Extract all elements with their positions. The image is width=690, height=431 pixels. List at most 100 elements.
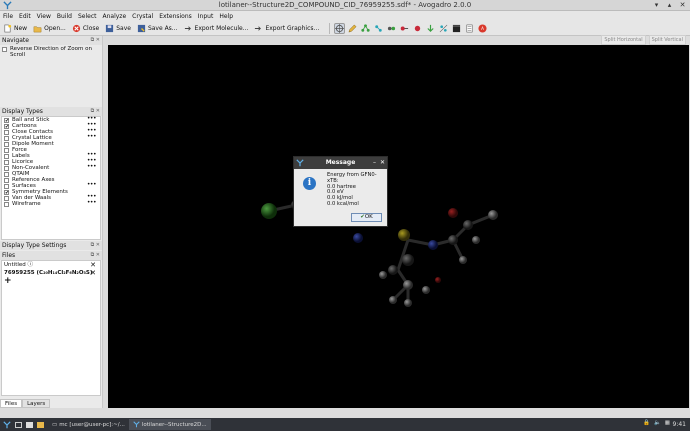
avogadro-task-icon [133, 421, 140, 428]
menu-edit[interactable]: Edit [19, 13, 31, 20]
checkbox[interactable] [4, 165, 9, 171]
dialog-minimize-button[interactable]: – [373, 159, 376, 166]
template-tool[interactable] [360, 23, 371, 34]
clock[interactable]: 9:41 [673, 421, 686, 428]
molecule-rendering [261, 200, 498, 307]
download-tool[interactable] [425, 23, 436, 34]
add-file-button[interactable]: + [2, 277, 100, 286]
checkbox[interactable] [4, 171, 9, 177]
molecule-viewport[interactable] [108, 45, 689, 408]
open-button[interactable]: Open... [33, 24, 66, 33]
task-terminal[interactable]: ▭ mc [user@user-pc]:~/... [48, 419, 129, 430]
close-file-icon[interactable]: ✕ [90, 261, 96, 269]
new-label: New [14, 24, 28, 32]
lock-icon[interactable]: 🔒 [643, 420, 650, 426]
auto-optimize-tool[interactable]: A [477, 23, 488, 34]
dialog-title: Message [325, 159, 356, 166]
symmetry-tool[interactable] [464, 23, 475, 34]
dock-buttons[interactable]: ⧉ ✕ [91, 36, 100, 45]
auto-optimize-icon: A [478, 23, 487, 33]
tab-layers[interactable]: Layers [22, 399, 51, 408]
ok-button[interactable]: ✔OK [351, 213, 382, 222]
checked-checkbox[interactable]: ✔ [4, 117, 9, 123]
files-dock-header: Files ⧉ ✕ [0, 251, 102, 260]
checkbox[interactable] [4, 201, 9, 207]
checked-checkbox[interactable]: ✔ [4, 123, 9, 129]
display-type-item[interactable]: Wireframe ••• [2, 200, 100, 207]
menu-input[interactable]: Input [198, 13, 214, 20]
download-arrow-icon [427, 24, 434, 32]
menu-select[interactable]: Select [78, 13, 97, 20]
save-button[interactable]: Save [105, 24, 131, 33]
edit-tool[interactable] [347, 23, 358, 34]
menu-view[interactable]: View [37, 13, 51, 20]
checkbox[interactable] [4, 153, 9, 159]
dialog-close-button[interactable]: ✕ [380, 159, 385, 166]
close-button[interactable]: Close [72, 24, 99, 33]
files-list: Untitled ⓘ ✕ 76959255 (C₂₀H₁₄Cl₂F₆N₂O₃S)… [1, 260, 101, 396]
checkbox[interactable] [4, 129, 9, 135]
dock-buttons[interactable]: ⧉ ✕ [91, 251, 100, 260]
clapperboard-icon [453, 24, 461, 32]
volume-icon[interactable]: 🔈 [654, 420, 661, 426]
molecule-green-icon [361, 23, 370, 32]
align-icon [439, 24, 448, 32]
dock-tabs: Files Layers [0, 399, 103, 408]
settings-dots-icon[interactable]: ••• [87, 200, 97, 206]
measure-tool[interactable] [399, 23, 410, 34]
pencil-icon [348, 24, 357, 32]
settings-dots-icon[interactable]: ••• [87, 164, 97, 170]
manipulate-icon [388, 26, 396, 30]
checked-checkbox[interactable]: ✔ [4, 189, 9, 195]
manipulate-tool[interactable] [386, 23, 397, 34]
task-label: lotilaner--Structure2D... [141, 421, 207, 428]
start-menu-icon[interactable] [3, 420, 11, 429]
file-label: 76959255 (C₂₀H₁₄Cl₂F₆N₂O₃S) [4, 270, 93, 276]
export-molecule-button[interactable]: Export Molecule... [184, 24, 248, 33]
toolbar-separator [329, 22, 331, 34]
checkbox[interactable] [4, 141, 9, 147]
checkbox[interactable] [4, 195, 9, 201]
file-item-76959255[interactable]: 76959255 (C₂₀H₁₄Cl₂F₆N₂O₃S) ✕ [2, 269, 100, 277]
menu-extensions[interactable]: Extensions [159, 13, 192, 20]
settings-dots-icon[interactable]: ••• [87, 134, 97, 140]
network-icon[interactable]: ▦ [665, 420, 670, 426]
animation-tool[interactable] [451, 23, 462, 34]
checkbox[interactable] [4, 135, 9, 141]
menu-bar: File Edit View Build Select Analyze Crys… [0, 11, 690, 21]
checkbox[interactable] [4, 159, 9, 165]
display-types-list: ✔ Ball and Stick ••• ✔ Cartoons ••• Close Cont… [1, 116, 101, 240]
align-tool[interactable] [438, 23, 449, 34]
maximize-button[interactable]: ▴ [665, 1, 674, 10]
export-arrow-icon [255, 25, 262, 31]
desktop-icon[interactable] [15, 421, 22, 428]
close-window-button[interactable]: ✕ [678, 1, 687, 10]
menu-file[interactable]: File [3, 13, 13, 20]
task-avogadro[interactable]: lotilaner--Structure2D... [128, 419, 211, 430]
checkbox[interactable] [4, 147, 9, 153]
reverse-zoom-option[interactable]: Reverse Direction of Zoom on Scroll [0, 46, 102, 58]
dock-buttons[interactable]: ⧉ ✕ [91, 241, 100, 250]
new-button[interactable]: New [3, 24, 27, 33]
settings-dots-icon[interactable]: ••• [87, 182, 97, 188]
menu-analyze[interactable]: Analyze [103, 13, 127, 20]
split-horizontal-button[interactable]: Split Horizontal [601, 35, 646, 45]
checkbox[interactable] [2, 46, 7, 52]
menu-build[interactable]: Build [57, 13, 72, 20]
file-item-untitled[interactable]: Untitled ⓘ ✕ [2, 261, 100, 269]
save-as-button[interactable]: Save As... [137, 24, 178, 33]
export-graphics-button[interactable]: Export Graphics... [254, 24, 319, 33]
menu-crystal[interactable]: Crystal [132, 13, 153, 20]
menu-help[interactable]: Help [219, 13, 233, 20]
split-vertical-button[interactable]: Split Vertical [648, 35, 686, 45]
select-tool[interactable] [412, 23, 423, 34]
checkbox[interactable] [4, 183, 9, 189]
checkbox[interactable] [4, 177, 9, 183]
bond-centric-tool[interactable] [373, 23, 384, 34]
file-manager-icon[interactable] [37, 421, 44, 428]
terminal-icon[interactable] [26, 421, 33, 428]
tab-files[interactable]: Files [0, 399, 23, 408]
navigate-tool[interactable] [334, 22, 346, 34]
minimize-button[interactable]: ▾ [652, 1, 661, 10]
close-file-icon[interactable]: ✕ [90, 269, 96, 277]
